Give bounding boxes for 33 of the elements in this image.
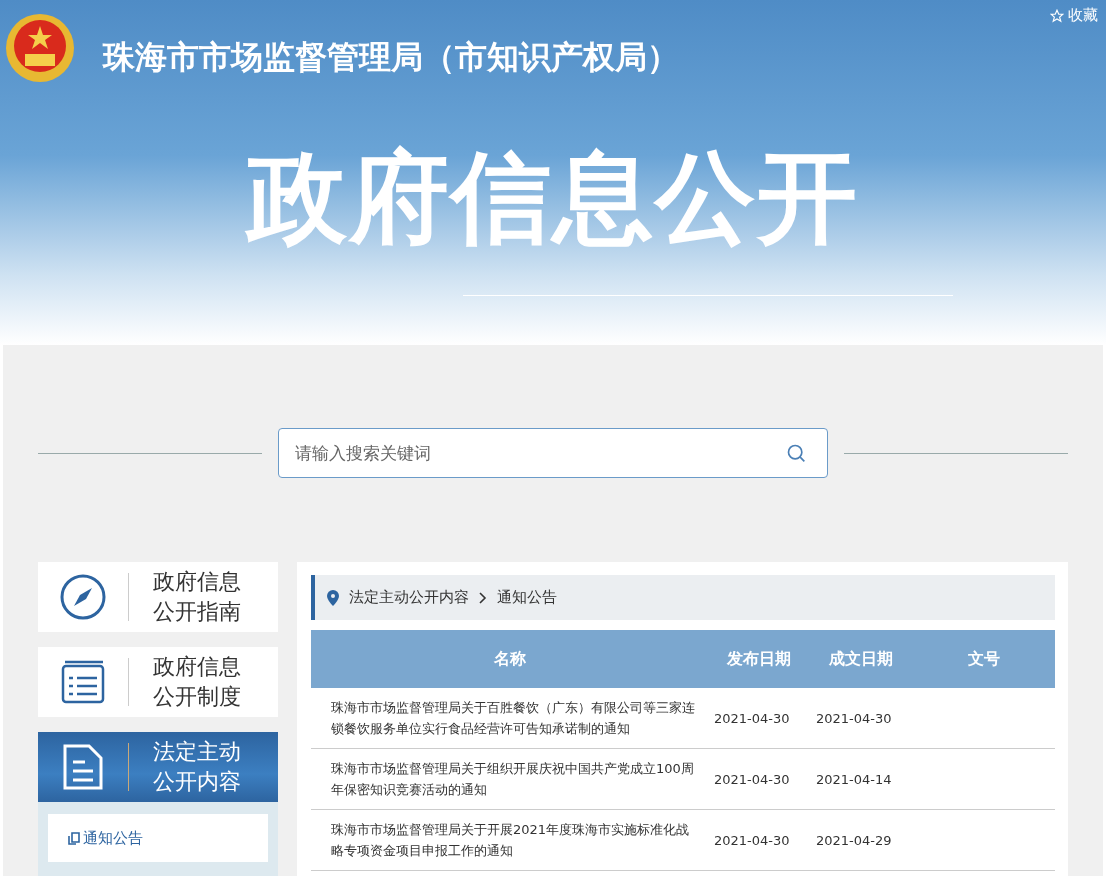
sidebar-item[interactable]: 政府信息公开指南: [38, 562, 278, 632]
column-header: 名称: [311, 630, 708, 688]
sidebar-item-label: 法定主动公开内容: [153, 738, 242, 796]
column-header: 文号: [912, 630, 1055, 688]
date-cell: 2021-04-29: [810, 809, 912, 871]
sidebar-item-label: 政府信息公开制度: [153, 653, 242, 711]
sidebar-item[interactable]: 法定主动公开内容: [38, 732, 278, 802]
submenu-item[interactable]: 通知公告: [48, 814, 268, 862]
chevron-right-icon: [479, 591, 487, 604]
column-header: 成文日期: [810, 630, 912, 688]
site-title: 珠海市市场监督管理局（市知识产权局）: [103, 37, 680, 78]
compass-icon: [60, 574, 106, 620]
date-cell: 2021-04-14: [810, 748, 912, 810]
sidebar-item-label: 政府信息公开指南: [153, 568, 242, 626]
breadcrumb-link[interactable]: 法定主动公开内容: [349, 588, 469, 607]
star-icon: [1050, 8, 1064, 23]
search-icon[interactable]: [786, 443, 806, 463]
column-header: 发布日期: [708, 630, 810, 688]
banner-title: 政府信息公开: [244, 138, 860, 258]
sidebar-item[interactable]: 政府信息公开制度: [38, 647, 278, 717]
date-cell: 2021-04-30: [708, 809, 810, 871]
document-icon: [63, 744, 103, 790]
list-icon: [61, 660, 105, 704]
date-cell: 2021-04-30: [708, 748, 810, 810]
breadcrumb-link[interactable]: 通知公告: [497, 588, 557, 607]
notice-title-link[interactable]: 珠海市市场监督管理局关于组织开展庆祝中国共产党成立100周年保密知识竞赛活动的通知: [311, 748, 708, 810]
page-icon: [68, 831, 80, 845]
notice-title-link[interactable]: 珠海市市场监督管理局关于开展2021年度珠海市实施标准化战略专项资金项目申报工作的通知: [311, 809, 708, 871]
search-field[interactable]: 请输入搜索关键词: [278, 428, 828, 478]
notice-title-link[interactable]: 珠海市市场监督管理局关于百胜餐饮（广东）有限公司等三家连锁餐饮服务单位实行食品经营许可告知承诺制的通知: [311, 688, 708, 749]
date-cell: 2021-04-30: [708, 688, 810, 749]
location-pin-icon: [327, 589, 339, 606]
date-cell: 2021-04-30: [810, 688, 912, 749]
